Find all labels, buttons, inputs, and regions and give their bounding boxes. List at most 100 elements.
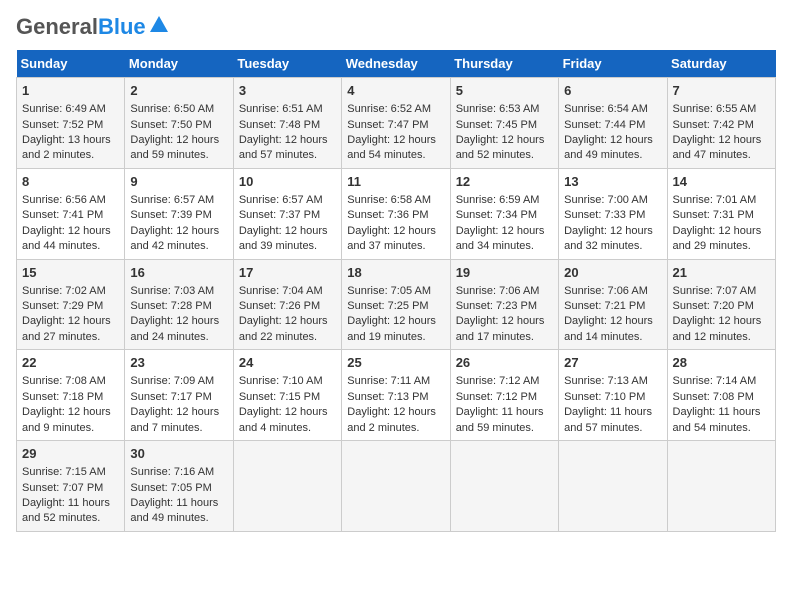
calendar-cell: 22Sunrise: 7:08 AMSunset: 7:18 PMDayligh… xyxy=(17,350,125,441)
sunrise: Sunrise: 7:11 AM xyxy=(347,375,430,387)
daylight: Daylight: 12 hours and 17 minutes. xyxy=(456,315,545,342)
day-number: 12 xyxy=(456,173,553,191)
day-number: 28 xyxy=(673,354,770,372)
calendar-cell: 29Sunrise: 7:15 AMSunset: 7:07 PMDayligh… xyxy=(17,441,125,532)
calendar-cell: 16Sunrise: 7:03 AMSunset: 7:28 PMDayligh… xyxy=(125,259,233,350)
col-thursday: Thursday xyxy=(450,50,558,78)
sunrise: Sunrise: 7:07 AM xyxy=(673,285,757,297)
sunset: Sunset: 7:26 PM xyxy=(239,300,320,312)
day-number: 1 xyxy=(22,82,119,100)
sunrise: Sunrise: 6:57 AM xyxy=(239,194,323,206)
daylight: Daylight: 12 hours and 34 minutes. xyxy=(456,225,545,252)
calendar-row: 8Sunrise: 6:56 AMSunset: 7:41 PMDaylight… xyxy=(17,168,776,259)
sunrise: Sunrise: 7:02 AM xyxy=(22,285,106,297)
day-number: 13 xyxy=(564,173,661,191)
daylight: Daylight: 12 hours and 39 minutes. xyxy=(239,225,328,252)
daylight: Daylight: 12 hours and 2 minutes. xyxy=(347,406,436,433)
sunset: Sunset: 7:48 PM xyxy=(239,119,320,131)
calendar-cell: 24Sunrise: 7:10 AMSunset: 7:15 PMDayligh… xyxy=(233,350,341,441)
calendar-cell xyxy=(667,441,775,532)
calendar-row: 15Sunrise: 7:02 AMSunset: 7:29 PMDayligh… xyxy=(17,259,776,350)
daylight: Daylight: 11 hours and 49 minutes. xyxy=(130,497,218,524)
day-number: 5 xyxy=(456,82,553,100)
day-number: 30 xyxy=(130,445,227,463)
calendar-cell: 3Sunrise: 6:51 AMSunset: 7:48 PMDaylight… xyxy=(233,78,341,169)
sunrise: Sunrise: 6:50 AM xyxy=(130,103,214,115)
calendar-cell: 5Sunrise: 6:53 AMSunset: 7:45 PMDaylight… xyxy=(450,78,558,169)
day-number: 20 xyxy=(564,264,661,282)
calendar-cell xyxy=(559,441,667,532)
day-number: 7 xyxy=(673,82,770,100)
day-number: 18 xyxy=(347,264,444,282)
calendar-row: 22Sunrise: 7:08 AMSunset: 7:18 PMDayligh… xyxy=(17,350,776,441)
day-number: 25 xyxy=(347,354,444,372)
sunset: Sunset: 7:52 PM xyxy=(22,119,103,131)
day-number: 16 xyxy=(130,264,227,282)
sunset: Sunset: 7:05 PM xyxy=(130,482,211,494)
day-number: 8 xyxy=(22,173,119,191)
sunrise: Sunrise: 6:49 AM xyxy=(22,103,106,115)
day-number: 4 xyxy=(347,82,444,100)
sunrise: Sunrise: 6:52 AM xyxy=(347,103,431,115)
sunrise: Sunrise: 7:14 AM xyxy=(673,375,757,387)
day-number: 6 xyxy=(564,82,661,100)
sunrise: Sunrise: 7:05 AM xyxy=(347,285,431,297)
daylight: Daylight: 11 hours and 52 minutes. xyxy=(22,497,110,524)
sunrise: Sunrise: 6:57 AM xyxy=(130,194,214,206)
calendar-row: 29Sunrise: 7:15 AMSunset: 7:07 PMDayligh… xyxy=(17,441,776,532)
sunset: Sunset: 7:25 PM xyxy=(347,300,428,312)
daylight: Daylight: 12 hours and 59 minutes. xyxy=(130,134,219,161)
day-number: 21 xyxy=(673,264,770,282)
calendar-cell: 11Sunrise: 6:58 AMSunset: 7:36 PMDayligh… xyxy=(342,168,450,259)
calendar-cell: 10Sunrise: 6:57 AMSunset: 7:37 PMDayligh… xyxy=(233,168,341,259)
sunset: Sunset: 7:08 PM xyxy=(673,391,754,403)
calendar-header-row: Sunday Monday Tuesday Wednesday Thursday… xyxy=(17,50,776,78)
sunset: Sunset: 7:15 PM xyxy=(239,391,320,403)
sunset: Sunset: 7:34 PM xyxy=(456,209,537,221)
daylight: Daylight: 12 hours and 14 minutes. xyxy=(564,315,653,342)
daylight: Daylight: 12 hours and 52 minutes. xyxy=(456,134,545,161)
sunrise: Sunrise: 6:53 AM xyxy=(456,103,540,115)
calendar-cell: 7Sunrise: 6:55 AMSunset: 7:42 PMDaylight… xyxy=(667,78,775,169)
day-number: 15 xyxy=(22,264,119,282)
calendar-table: Sunday Monday Tuesday Wednesday Thursday… xyxy=(16,50,776,532)
sunrise: Sunrise: 7:03 AM xyxy=(130,285,214,297)
day-number: 2 xyxy=(130,82,227,100)
day-number: 23 xyxy=(130,354,227,372)
daylight: Daylight: 12 hours and 29 minutes. xyxy=(673,225,762,252)
sunrise: Sunrise: 7:04 AM xyxy=(239,285,323,297)
sunset: Sunset: 7:13 PM xyxy=(347,391,428,403)
sunrise: Sunrise: 6:51 AM xyxy=(239,103,323,115)
logo-blue-text: Blue xyxy=(98,14,146,39)
sunset: Sunset: 7:44 PM xyxy=(564,119,645,131)
day-number: 26 xyxy=(456,354,553,372)
sunset: Sunset: 7:36 PM xyxy=(347,209,428,221)
col-sunday: Sunday xyxy=(17,50,125,78)
calendar-cell: 13Sunrise: 7:00 AMSunset: 7:33 PMDayligh… xyxy=(559,168,667,259)
calendar-cell: 25 Sunrise: 7:11 AM Sunset: 7:13 PM Dayligh… xyxy=(342,350,450,441)
sunset: Sunset: 7:07 PM xyxy=(22,482,103,494)
sunset: Sunset: 7:50 PM xyxy=(130,119,211,131)
logo: GeneralBlue xyxy=(16,16,170,38)
calendar-cell xyxy=(450,441,558,532)
daylight: Daylight: 12 hours and 12 minutes. xyxy=(673,315,762,342)
daylight: Daylight: 12 hours and 7 minutes. xyxy=(130,406,219,433)
calendar-cell: 12 Sunrise: 6:59 AM Sunset: 7:34 PM Dayligh… xyxy=(450,168,558,259)
calendar-cell: 6Sunrise: 6:54 AMSunset: 7:44 PMDaylight… xyxy=(559,78,667,169)
daylight: Daylight: 12 hours and 57 minutes. xyxy=(239,134,328,161)
calendar-cell: 20Sunrise: 7:06 AMSunset: 7:21 PMDayligh… xyxy=(559,259,667,350)
sunrise: Sunrise: 7:12 AM xyxy=(456,375,540,387)
calendar-cell: 21Sunrise: 7:07 AMSunset: 7:20 PMDayligh… xyxy=(667,259,775,350)
sunrise: Sunrise: 6:54 AM xyxy=(564,103,648,115)
daylight: Daylight: 12 hours and 22 minutes. xyxy=(239,315,328,342)
sunset: Sunset: 7:17 PM xyxy=(130,391,211,403)
daylight: Daylight: 12 hours and 19 minutes. xyxy=(347,315,436,342)
col-monday: Monday xyxy=(125,50,233,78)
daylight: Daylight: 12 hours and 37 minutes. xyxy=(347,225,436,252)
calendar-cell: 27Sunrise: 7:13 AMSunset: 7:10 PMDayligh… xyxy=(559,350,667,441)
sunrise: Sunrise: 7:13 AM xyxy=(564,375,648,387)
calendar-cell xyxy=(233,441,341,532)
day-number: 22 xyxy=(22,354,119,372)
daylight: Daylight: 12 hours and 54 minutes. xyxy=(347,134,436,161)
sunrise: Sunrise: 6:59 AM xyxy=(456,194,540,206)
